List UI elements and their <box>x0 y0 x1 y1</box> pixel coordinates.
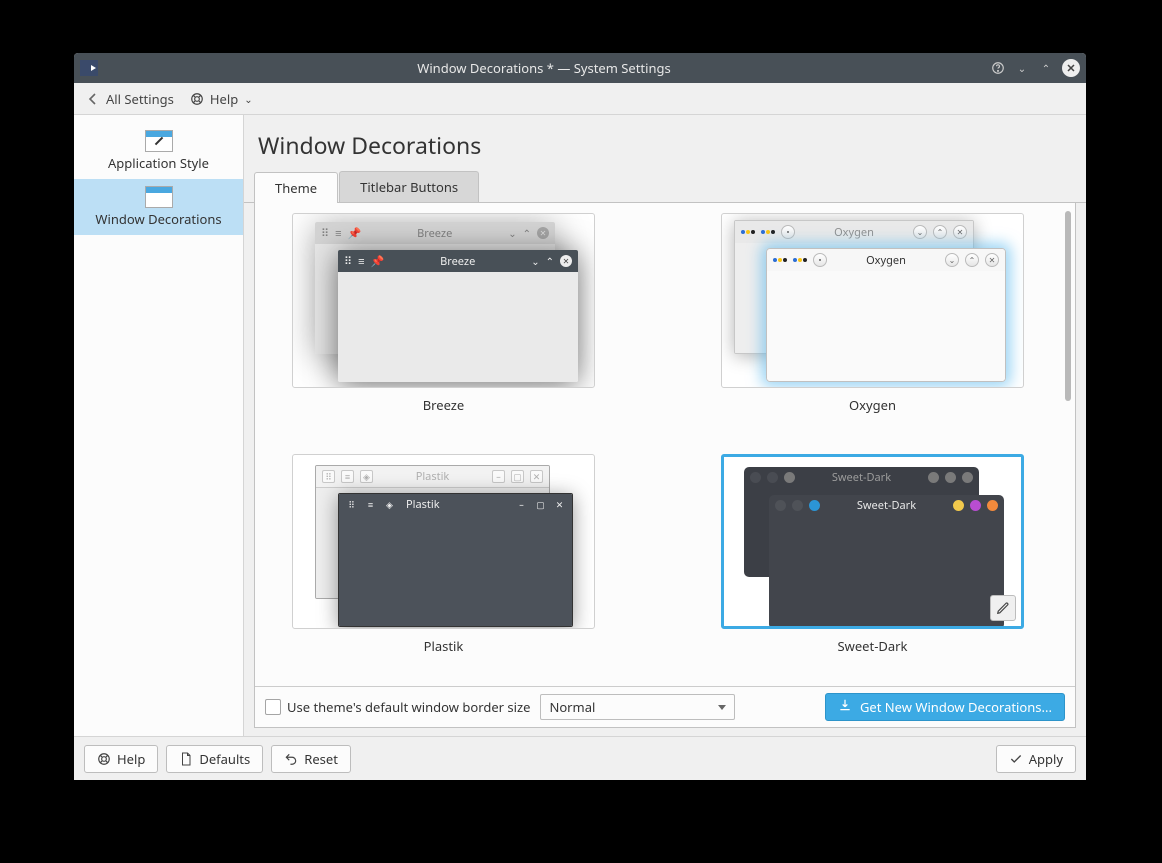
close-icon: ✕ <box>560 255 572 267</box>
pin-icon: 📌 <box>347 226 361 241</box>
all-settings-button[interactable]: All Settings <box>86 90 174 108</box>
mini-title: Breeze <box>367 226 502 241</box>
sidebar-item-application-style[interactable]: Application Style <box>74 123 243 179</box>
minimize-icon[interactable]: ⌄ <box>1014 60 1030 76</box>
dots-icon <box>750 472 761 483</box>
sidebar-item-label: Application Style <box>108 154 209 172</box>
mini-title: Sweet-Dark <box>826 498 947 513</box>
get-new-decorations-button[interactable]: Get New Window Decorations... <box>825 693 1065 721</box>
titlebar[interactable]: Window Decorations * — System Settings ⌄… <box>74 53 1086 83</box>
content: Window Decorations Theme Titlebar Button… <box>244 115 1086 736</box>
sidebar: Application Style Window Decorations <box>74 115 244 736</box>
apply-label: Apply <box>1029 750 1063 768</box>
close-icon: ✕ <box>953 225 967 239</box>
help-button[interactable]: Help <box>84 745 158 773</box>
dots-icon: ⠿ <box>322 470 335 483</box>
pin-icon: • <box>781 225 795 239</box>
pin-icon: • <box>813 253 827 267</box>
windeco-icon <box>145 186 173 208</box>
page-title: Window Decorations <box>244 115 1086 171</box>
theme-item-oxygen[interactable]: • Oxygen ⌄⌃✕ <box>698 213 1047 436</box>
menu-icon: ≡ <box>335 226 341 241</box>
scroll-thumb[interactable] <box>1065 211 1071 401</box>
theme-thumbnail: ⠿ ≡ ◈ Plastik –▢✕ <box>292 454 595 629</box>
footer: Help Defaults Reset Apply <box>74 736 1086 780</box>
menu-icon: ≡ <box>358 254 364 269</box>
theme-thumbnail: Sweet-Dark <box>721 454 1024 629</box>
tab-titlebar-buttons[interactable]: Titlebar Buttons <box>339 171 479 202</box>
dots-icon: ⠿ <box>321 226 329 241</box>
scrollbar[interactable] <box>1061 203 1075 686</box>
chevron-down-icon: ⌄ <box>244 92 252 106</box>
window-title: Window Decorations * — System Settings <box>106 59 982 77</box>
theme-item-breeze[interactable]: ⠿ ≡ 📌 Breeze ⌄ ⌃ ✕ <box>269 213 618 436</box>
edit-theme-button[interactable] <box>990 595 1016 621</box>
theme-panel: ⠿ ≡ 📌 Breeze ⌄ ⌃ ✕ <box>254 203 1076 728</box>
get-new-label: Get New Window Decorations... <box>860 698 1052 716</box>
dots-icon <box>761 230 775 234</box>
help-menu-label: Help <box>210 90 238 108</box>
close-icon: ✕ <box>537 227 549 239</box>
close-icon[interactable]: ✕ <box>1062 59 1080 77</box>
dots-icon <box>793 258 807 262</box>
pin-icon: 📌 <box>370 254 384 269</box>
sidebar-item-window-decorations[interactable]: Window Decorations <box>74 179 243 235</box>
theme-item-plastik[interactable]: ⠿ ≡ ◈ Plastik –▢✕ <box>269 454 618 677</box>
document-icon <box>179 752 193 766</box>
settings-window: Window Decorations * — System Settings ⌄… <box>74 53 1086 780</box>
checkbox-label: Use theme's default window border size <box>287 698 530 716</box>
close-icon: ✕ <box>553 498 566 511</box>
apply-button[interactable]: Apply <box>996 745 1076 773</box>
theme-name: Oxygen <box>849 396 896 414</box>
mini-title: Sweet-Dark <box>801 470 922 485</box>
appstyle-icon <box>145 130 173 152</box>
dots-icon <box>773 258 787 262</box>
close-icon: ✕ <box>530 470 543 483</box>
tab-theme[interactable]: Theme <box>254 172 338 203</box>
bottom-options: Use theme's default window border size N… <box>255 687 1075 727</box>
check-icon <box>1009 752 1023 766</box>
mini-title: Oxygen <box>801 225 907 240</box>
back-icon <box>86 92 100 106</box>
all-settings-label: All Settings <box>106 90 174 108</box>
reset-label: Reset <box>304 750 338 768</box>
dots-icon <box>741 230 755 234</box>
defaults-label: Defaults <box>199 750 250 768</box>
reset-button[interactable]: Reset <box>271 745 351 773</box>
dots-icon: ⠿ <box>344 254 352 269</box>
help-icon[interactable] <box>990 60 1006 76</box>
dots-icon: ⠿ <box>345 498 358 511</box>
mini-title: Plastik <box>379 469 486 484</box>
theme-thumbnail: • Oxygen ⌄⌃✕ <box>721 213 1024 388</box>
app-icon <box>80 60 98 76</box>
toolbar: All Settings Help ⌄ <box>74 83 1086 115</box>
theme-name: Sweet-Dark <box>838 637 908 655</box>
theme-name: Breeze <box>423 396 465 414</box>
dots-icon <box>775 500 786 511</box>
theme-name: Plastik <box>424 637 464 655</box>
close-icon: ✕ <box>985 253 999 267</box>
lifebuoy-icon <box>190 92 204 106</box>
theme-thumbnail: ⠿ ≡ 📌 Breeze ⌄ ⌃ ✕ <box>292 213 595 388</box>
border-size-select[interactable]: Normal <box>540 694 735 720</box>
maximize-icon[interactable]: ⌃ <box>1038 60 1054 76</box>
theme-item-sweet-dark[interactable]: Sweet-Dark <box>698 454 1047 677</box>
use-default-border-checkbox[interactable]: Use theme's default window border size <box>265 698 530 716</box>
mini-title: Oxygen <box>833 253 939 268</box>
defaults-button[interactable]: Defaults <box>166 745 263 773</box>
checkbox[interactable] <box>265 699 281 715</box>
mini-title: Plastik <box>402 497 509 512</box>
tab-bar: Theme Titlebar Buttons <box>244 171 1086 203</box>
help-menu-button[interactable]: Help ⌄ <box>190 90 253 108</box>
select-value: Normal <box>549 698 595 716</box>
sidebar-item-label: Window Decorations <box>95 210 221 228</box>
mini-title: Breeze <box>390 254 525 269</box>
download-icon <box>838 698 852 716</box>
undo-icon <box>284 752 298 766</box>
lifebuoy-icon <box>97 752 111 766</box>
theme-grid: ⠿ ≡ 📌 Breeze ⌄ ⌃ ✕ <box>255 203 1061 686</box>
help-label: Help <box>117 750 145 768</box>
